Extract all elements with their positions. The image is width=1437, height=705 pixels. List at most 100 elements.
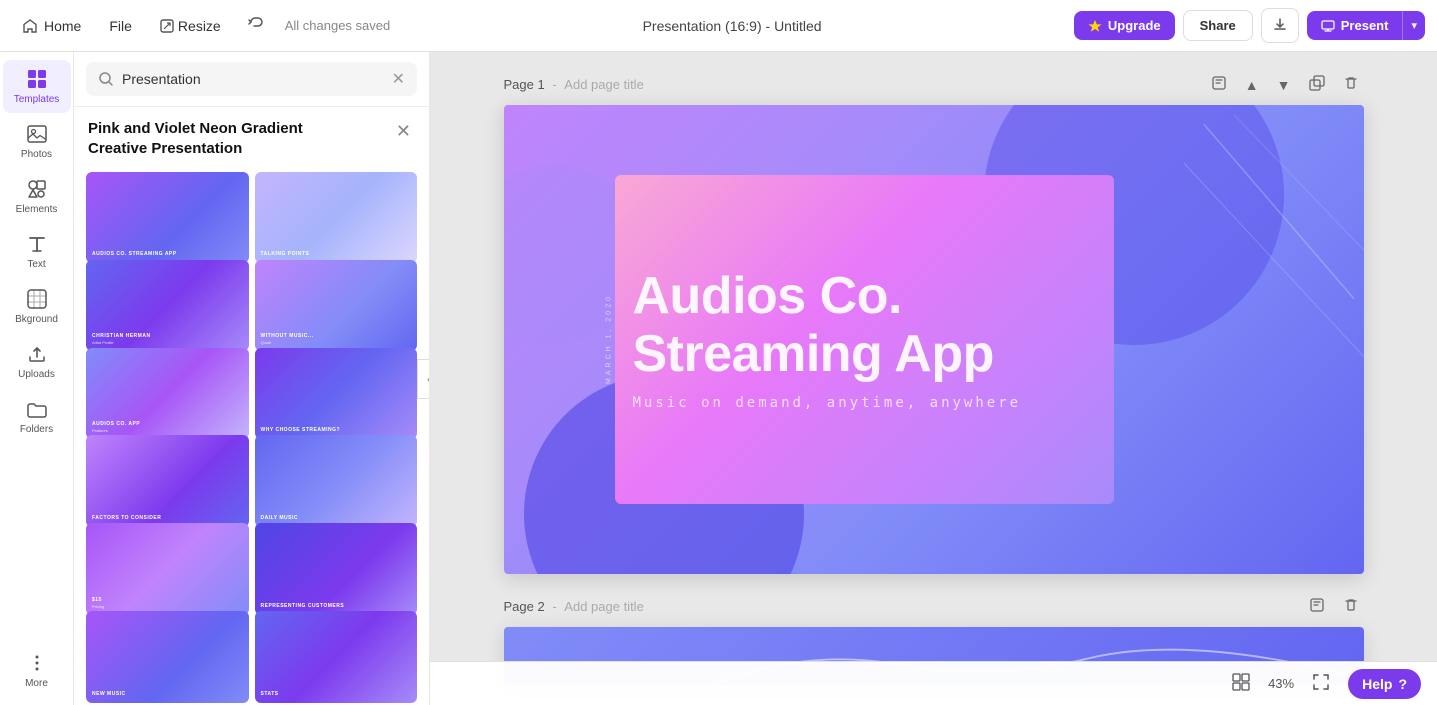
- search-clear-button[interactable]: ✕: [392, 69, 405, 89]
- resize-icon: [160, 19, 174, 33]
- search-icon: [98, 71, 114, 87]
- grid-view-button[interactable]: [1226, 669, 1256, 698]
- elements-label: Elements: [16, 204, 58, 215]
- delete-icon: [1343, 75, 1359, 91]
- panel-search-area: ✕: [74, 52, 429, 107]
- page2-label-row: Page 2 - Add page title: [504, 594, 1364, 619]
- slide-thumb-10[interactable]: Representing Customers: [255, 523, 418, 614]
- home-button[interactable]: Home: [12, 12, 91, 40]
- upgrade-button[interactable]: Upgrade: [1074, 11, 1175, 40]
- star-icon: [1088, 19, 1102, 33]
- slide-thumb-7[interactable]: Factors to Consider: [86, 435, 249, 526]
- templates-panel: ✕ Pink and Violet Neon Gradient Creative…: [74, 52, 430, 705]
- present-icon: [1321, 19, 1335, 33]
- file-menu[interactable]: File: [99, 12, 142, 40]
- page1-label-text: Page 1: [504, 77, 545, 92]
- share-label: Share: [1200, 18, 1236, 33]
- present-button[interactable]: Present ▾: [1307, 11, 1425, 40]
- resize-label: Resize: [178, 18, 221, 34]
- sidebar-item-templates[interactable]: Templates: [3, 60, 71, 113]
- undo-button[interactable]: [239, 8, 273, 43]
- slide-thumb-8[interactable]: Daily Music: [255, 435, 418, 526]
- panel-close-button[interactable]: ✕: [392, 119, 415, 144]
- page2-add-title[interactable]: Add page title: [564, 599, 644, 614]
- help-button[interactable]: Help ?: [1348, 669, 1421, 699]
- resize-button[interactable]: Resize: [150, 12, 231, 40]
- text-icon: [26, 233, 48, 255]
- page1-up-button[interactable]: ▲: [1240, 74, 1264, 96]
- slide-thumb-4[interactable]: Without music...Quote: [255, 260, 418, 351]
- present-chevron[interactable]: ▾: [1403, 12, 1425, 39]
- present-label: Present: [1341, 18, 1389, 33]
- page1-delete-button[interactable]: [1338, 72, 1364, 97]
- panel-title: Pink and Violet Neon Gradient Creative P…: [88, 119, 303, 158]
- photos-label: Photos: [21, 149, 52, 160]
- page2-actions: [1304, 594, 1364, 619]
- page1-add-title[interactable]: Add page title: [564, 77, 644, 92]
- page1-label-row: Page 1 - Add page title ▲ ▼: [504, 72, 1364, 97]
- page1-notes-button[interactable]: [1206, 72, 1232, 97]
- page1-label: Page 1 - Add page title: [504, 77, 644, 92]
- slide-thumb-3[interactable]: Christian HermanArtist Profile: [86, 260, 249, 351]
- bottom-bar: 43% Help ?: [430, 661, 1437, 705]
- sidebar-item-background[interactable]: Bkground: [3, 280, 71, 333]
- topbar: Home File Resize All changes saved Prese…: [0, 0, 1437, 52]
- slide-main-title: Audios Co. Streaming App: [633, 268, 1235, 382]
- sidebar-item-text[interactable]: Text: [3, 225, 71, 278]
- download-button[interactable]: [1261, 8, 1299, 43]
- grid-view-icon: [1232, 673, 1250, 691]
- home-icon: [22, 18, 38, 34]
- page1-duplicate-button[interactable]: [1304, 72, 1330, 97]
- templates-label: Templates: [14, 94, 60, 105]
- slide-title-line1: Audios Co.: [633, 268, 1235, 325]
- panel-title-line2: Creative Presentation: [88, 139, 303, 159]
- uploads-label: Uploads: [18, 369, 55, 380]
- slide-thumb-1[interactable]: Audios Co. Streaming App: [86, 172, 249, 263]
- sidebar-item-uploads[interactable]: Uploads: [3, 335, 71, 388]
- page1-actions: ▲ ▼: [1206, 72, 1364, 97]
- uploads-icon: [26, 343, 48, 365]
- upgrade-label: Upgrade: [1108, 18, 1161, 33]
- panel-title-line1: Pink and Violet Neon Gradient: [88, 119, 303, 139]
- page2-notes-button[interactable]: [1304, 594, 1330, 619]
- slide-thumb-2[interactable]: Talking Points: [255, 172, 418, 263]
- help-icon: ?: [1398, 676, 1407, 692]
- sidebar-item-photos[interactable]: Photos: [3, 115, 71, 168]
- present-main[interactable]: Present: [1307, 11, 1404, 40]
- search-input[interactable]: [122, 71, 384, 87]
- page1-down-button[interactable]: ▼: [1272, 74, 1296, 96]
- slide-thumb-6[interactable]: Why Choose Streaming?: [255, 348, 418, 439]
- templates-icon: [26, 68, 48, 90]
- main-layout: Templates Photos Elements Tex: [0, 52, 1437, 705]
- text-label: Text: [27, 259, 45, 270]
- slide-thumbnails-grid: Audios Co. Streaming AppTalking PointsCh…: [74, 166, 429, 705]
- sidebar-item-more[interactable]: More: [3, 644, 71, 697]
- page-section: Page 1 - Add page title ▲ ▼: [430, 52, 1437, 705]
- slide-thumb-9[interactable]: $15Pricing: [86, 523, 249, 614]
- zoom-level: 43%: [1268, 676, 1294, 691]
- topbar-center: Presentation (16:9) - Untitled: [398, 18, 1066, 34]
- folders-icon: [26, 398, 48, 420]
- slide-1-canvas[interactable]: MARCH 1, 2020 Audios Co. Streaming App M…: [504, 105, 1364, 574]
- search-wrapper[interactable]: ✕: [86, 62, 417, 96]
- icon-sidebar: Templates Photos Elements Tex: [0, 52, 74, 705]
- hide-panel-button[interactable]: ‹: [417, 359, 430, 399]
- slide-thumb-11[interactable]: New Music: [86, 611, 249, 702]
- sidebar-item-elements[interactable]: Elements: [3, 170, 71, 223]
- panel-header: Pink and Violet Neon Gradient Creative P…: [74, 107, 429, 166]
- elements-icon: [26, 178, 48, 200]
- more-icon: [26, 652, 48, 674]
- sidebar-item-folders[interactable]: Folders: [3, 390, 71, 443]
- share-button[interactable]: Share: [1183, 10, 1253, 41]
- page2-delete-button[interactable]: [1338, 594, 1364, 619]
- home-label: Home: [44, 18, 81, 34]
- fullscreen-icon: [1312, 673, 1330, 691]
- download-icon: [1272, 16, 1288, 32]
- slide-thumb-12[interactable]: Stats: [255, 611, 418, 702]
- slide-thumb-5[interactable]: Audios Co. AppFeatures: [86, 348, 249, 439]
- doc-title: Presentation (16:9) - Untitled: [643, 18, 822, 34]
- topbar-actions: Upgrade Share Present ▾: [1074, 8, 1425, 43]
- fullscreen-button[interactable]: [1306, 669, 1336, 698]
- page2-label: Page 2 - Add page title: [504, 599, 644, 614]
- undo-icon: [247, 14, 265, 32]
